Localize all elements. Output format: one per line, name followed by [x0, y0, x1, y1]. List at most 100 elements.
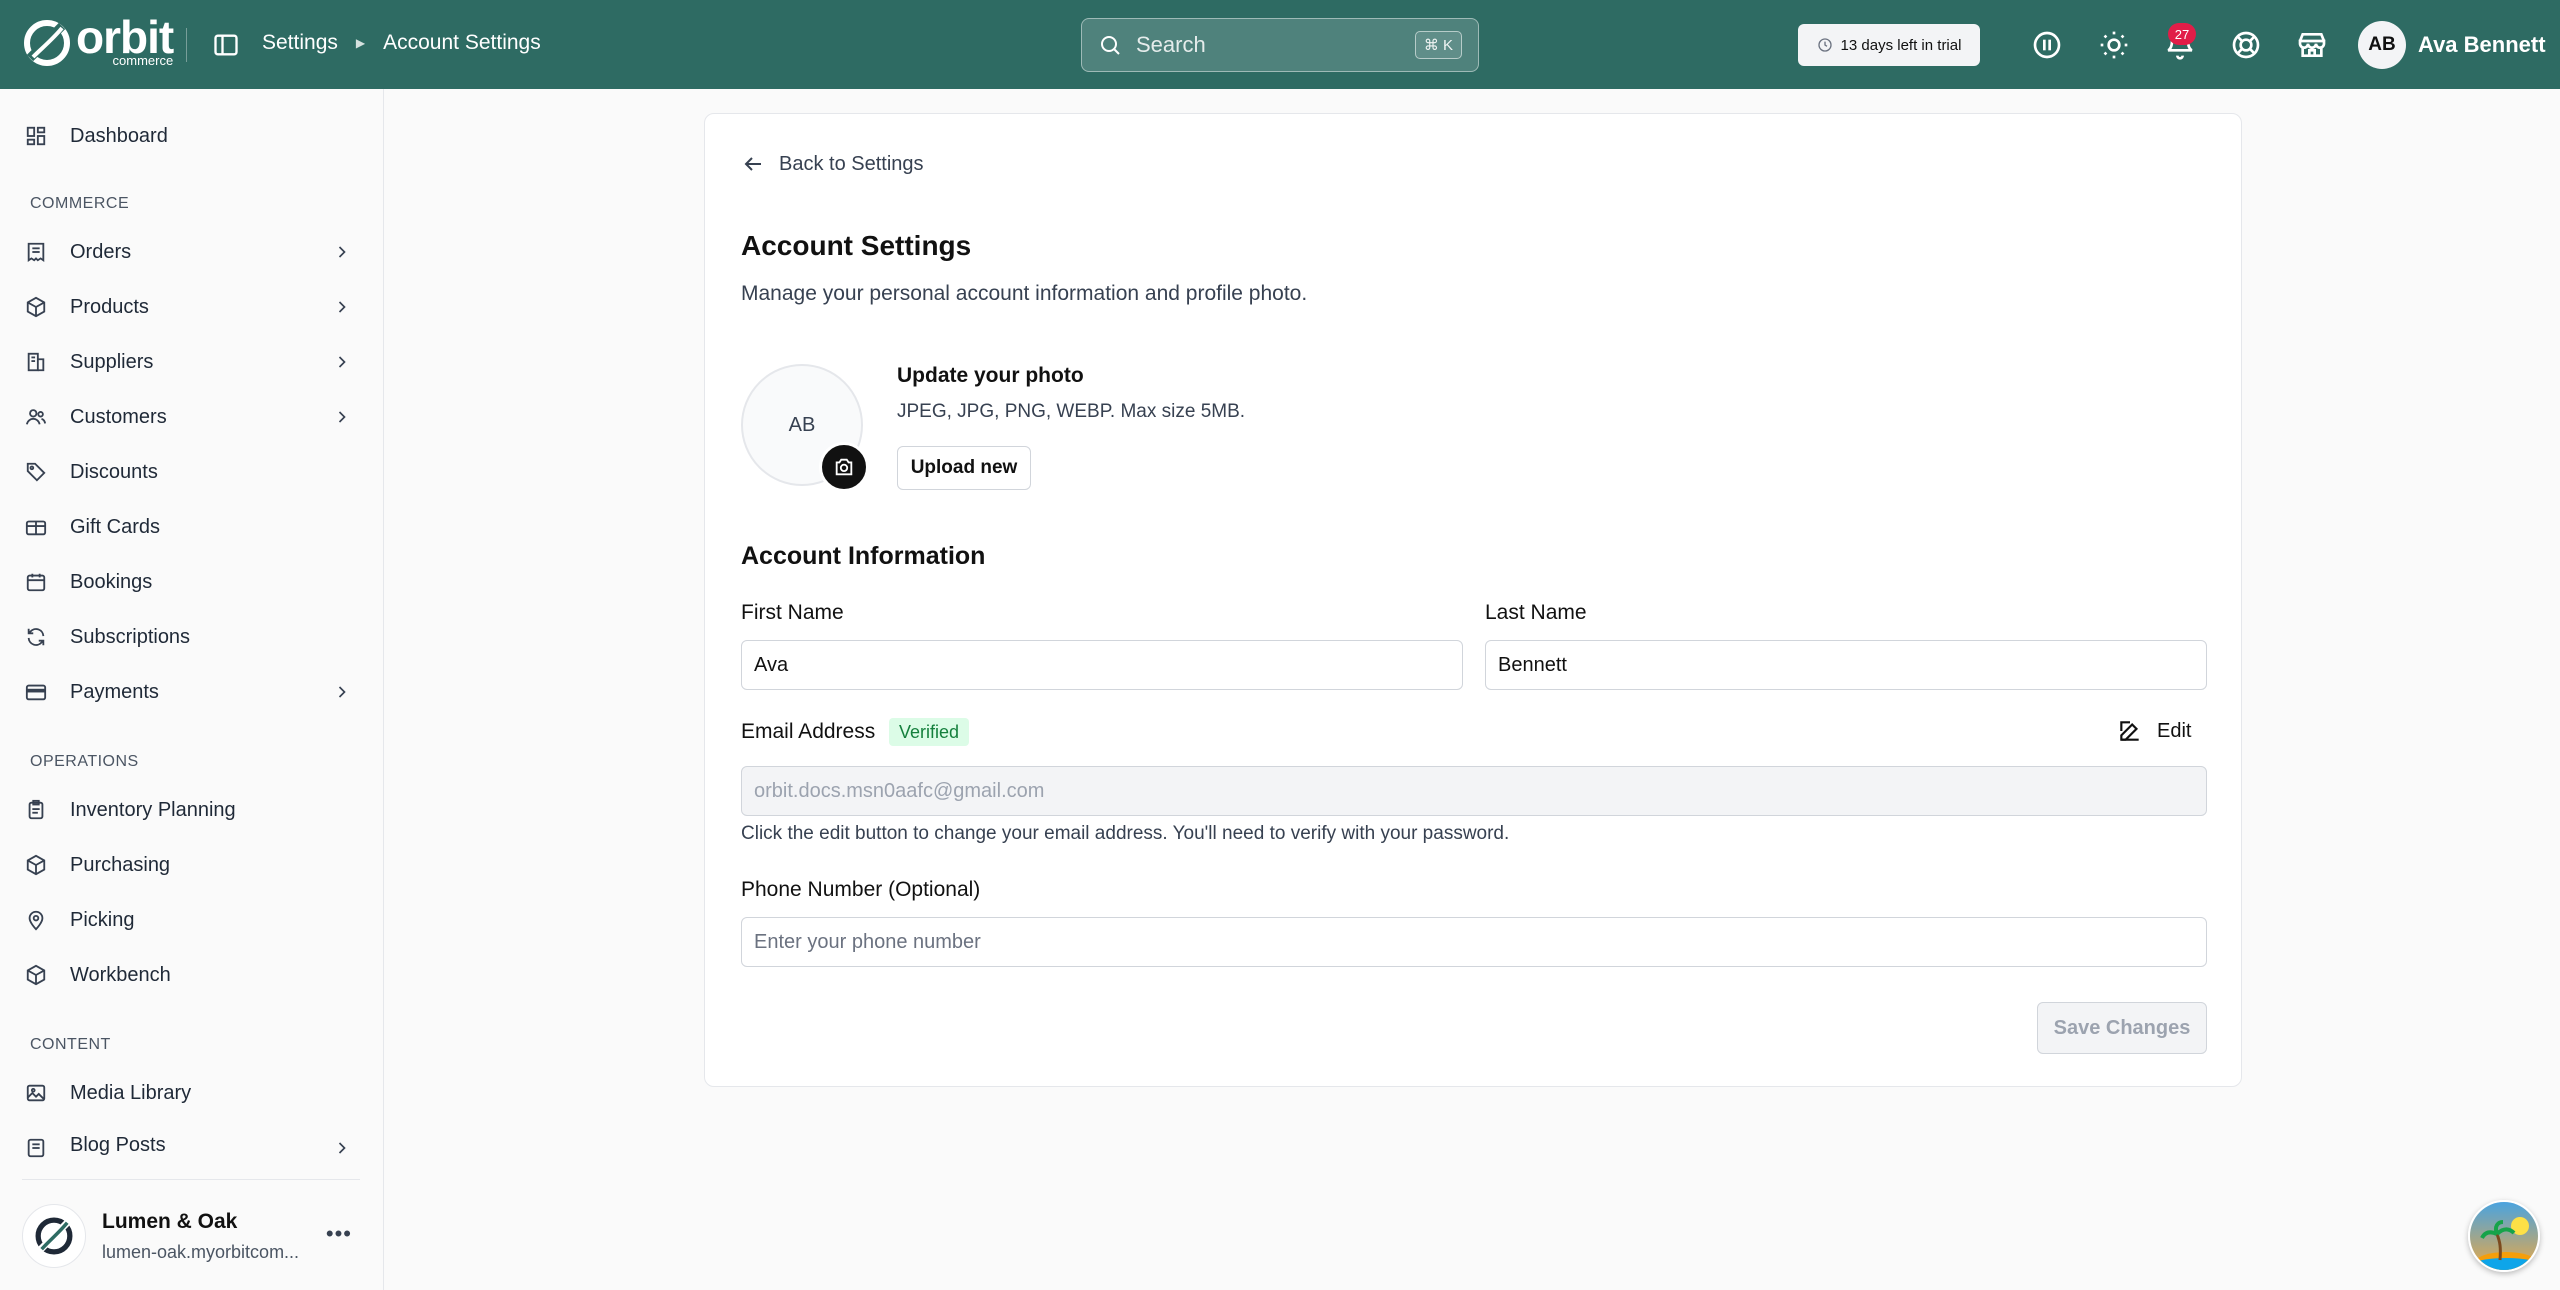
sidebar-item-label: Workbench: [70, 963, 171, 986]
user-name[interactable]: Ava Bennett: [2418, 32, 2546, 58]
feedback-button[interactable]: [2027, 25, 2067, 65]
change-photo-button[interactable]: [819, 442, 869, 492]
tag-icon: [22, 458, 50, 486]
user-avatar[interactable]: AB: [2358, 21, 2406, 69]
upload-new-button[interactable]: Upload new: [897, 446, 1031, 490]
edit-pencil-icon: [2120, 721, 2139, 741]
search-placeholder: Search: [1136, 32, 1206, 57]
sidebar-item-blog-posts[interactable]: Blog Posts: [22, 1124, 362, 1160]
products-icon: [22, 293, 50, 321]
edit-label: Edit: [2157, 719, 2192, 742]
sidebar-item-label: Blog Posts: [70, 1134, 166, 1156]
sidebar-item-workbench[interactable]: Workbench: [22, 951, 362, 999]
sidebar-item-subscriptions[interactable]: Subscriptions: [22, 613, 362, 661]
island-avatar-icon: [2470, 1202, 2538, 1270]
first-name-label: First Name: [741, 601, 844, 624]
logo-sub: commerce: [112, 53, 174, 68]
chevron-right-icon: [338, 356, 346, 368]
last-name-label: Last Name: [1485, 601, 1587, 624]
sidebar: Dashboard COMMERCE Orders Products Suppl…: [0, 89, 384, 1290]
first-name-field[interactable]: Ava: [741, 640, 1463, 690]
sidebar-item-label: Subscriptions: [70, 625, 191, 648]
orders-icon: [22, 238, 50, 266]
sidebar-item-label: Discounts: [70, 460, 158, 483]
save-changes-button[interactable]: Save Changes: [2037, 1002, 2207, 1054]
trial-badge[interactable]: 13 days left in trial: [1798, 24, 1980, 66]
customers-icon: [22, 403, 50, 431]
breadcrumb: Settings ▶ Account Settings: [262, 31, 541, 55]
chevron-right-icon: [338, 686, 346, 698]
search-shortcut: ⌘ K: [1414, 31, 1462, 59]
support-chat-button[interactable]: [2468, 1200, 2540, 1272]
suppliers-icon: [22, 348, 50, 376]
trial-text: 13 days left in trial: [1840, 36, 1962, 54]
store-logo: [22, 1204, 86, 1268]
account-information-heading: Account Information: [741, 542, 986, 570]
notification-count-badge: 27: [2168, 23, 2196, 45]
sidebar-toggle-button[interactable]: [210, 29, 242, 61]
store-url: lumen-oak.myorbitcom...: [102, 1241, 300, 1262]
email-help-text: Click the edit button to change your ema…: [741, 823, 1510, 844]
phone-field[interactable]: Enter your phone number: [741, 917, 2207, 967]
sidebar-item-products[interactable]: Products: [22, 283, 362, 331]
sidebar-item-suppliers[interactable]: Suppliers: [22, 338, 362, 386]
store-name: Lumen & Oak: [102, 1209, 238, 1233]
lifebuoy-icon: [2232, 31, 2260, 59]
last-name-field[interactable]: Bennett: [1485, 640, 2207, 690]
chevron-right-icon: [338, 1142, 346, 1154]
search-input[interactable]: Search ⌘ K: [1081, 18, 1479, 72]
sidebar-item-label: Orders: [70, 240, 132, 263]
chevron-right-icon: [338, 301, 346, 313]
sidebar-item-media-library[interactable]: Media Library: [22, 1069, 362, 1117]
orbit-logo[interactable]: orbit commerce: [22, 11, 174, 68]
section-label-content: CONTENT: [30, 1036, 111, 1053]
arrow-left-icon: [744, 157, 761, 171]
sidebar-item-inventory-planning[interactable]: Inventory Planning: [22, 786, 362, 834]
sidebar-item-dashboard[interactable]: Dashboard: [22, 112, 362, 160]
sidebar-item-label: Dashboard: [70, 124, 168, 147]
email-label: Email Address: [741, 720, 876, 743]
package-icon: [22, 851, 50, 879]
back-to-settings-link[interactable]: Back to Settings: [741, 152, 924, 176]
refresh-icon: [22, 623, 50, 651]
logo-word: orbit: [76, 11, 174, 63]
verified-badge: Verified: [889, 718, 970, 746]
sidebar-item-discounts[interactable]: Discounts: [22, 448, 362, 496]
breadcrumb-settings[interactable]: Settings: [262, 31, 338, 55]
sidebar-item-customers[interactable]: Customers: [22, 393, 362, 441]
more-options-icon[interactable]: •••: [326, 1221, 352, 1247]
document-icon: [22, 1134, 50, 1160]
breadcrumb-current: Account Settings: [383, 31, 541, 54]
storefront-button[interactable]: [2292, 25, 2332, 65]
sidebar-divider: [22, 1179, 360, 1180]
help-button[interactable]: [2226, 25, 2266, 65]
sidebar-item-label: Inventory Planning: [70, 798, 236, 821]
account-settings-card: Back to Settings Account Settings Manage…: [704, 113, 2242, 1087]
sidebar-item-label: Products: [70, 295, 149, 318]
page-title: Account Settings: [741, 230, 972, 261]
sidebar-item-bookings[interactable]: Bookings: [22, 558, 362, 606]
feedback-icon: [2033, 31, 2061, 59]
section-label-operations: OPERATIONS: [30, 753, 139, 770]
chevron-right-icon: [338, 411, 346, 423]
theme-toggle-button[interactable]: [2094, 25, 2134, 65]
sidebar-item-gift-cards[interactable]: Gift Cards: [22, 503, 362, 551]
sidebar-item-purchasing[interactable]: Purchasing: [22, 841, 362, 889]
sidebar-toggle-icon: [214, 34, 238, 56]
sidebar-item-payments[interactable]: Payments: [22, 668, 362, 716]
box-icon: [22, 961, 50, 989]
edit-email-button[interactable]: Edit: [2117, 718, 2191, 744]
phone-label: Phone Number (Optional): [741, 878, 981, 901]
store-icon: [2298, 33, 2326, 57]
sidebar-item-label: Payments: [70, 680, 159, 703]
map-pin-icon: [22, 906, 50, 934]
clipboard-icon: [22, 796, 50, 824]
sidebar-item-orders[interactable]: Orders: [22, 228, 362, 276]
sidebar-item-label: Media Library: [70, 1081, 192, 1104]
sidebar-item-picking[interactable]: Picking: [22, 896, 362, 944]
page-description: Manage your personal account information…: [741, 282, 1308, 305]
email-field: orbit.docs.msn0aafc@gmail.com: [741, 766, 2207, 816]
search-icon: [1101, 36, 1120, 55]
store-switcher[interactable]: Lumen & Oak lumen-oak.myorbitcom... •••: [22, 1201, 362, 1271]
header-divider: [186, 28, 187, 62]
